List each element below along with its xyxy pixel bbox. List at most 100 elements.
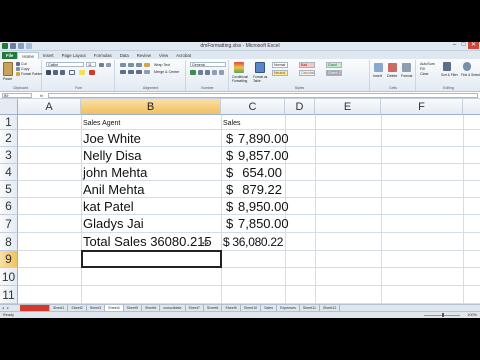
currency-icon[interactable]: [190, 70, 196, 75]
copy-icon[interactable]: [16, 67, 20, 71]
zoom-slider-thumb[interactable]: [442, 313, 444, 317]
cell-b1[interactable]: Sales Agent: [83, 120, 120, 127]
style-check-cell[interactable]: Check Cell: [326, 70, 342, 76]
tab-insert[interactable]: Insert: [39, 52, 58, 59]
row-header-7[interactable]: 7: [0, 215, 18, 233]
underline-icon[interactable]: [60, 70, 65, 75]
minimize-button[interactable]: –: [450, 42, 459, 49]
tab-view[interactable]: View: [155, 52, 172, 59]
insert-function-icon[interactable]: fx: [40, 93, 43, 98]
name-box[interactable]: B9: [2, 93, 32, 98]
tab-data[interactable]: Data: [116, 52, 133, 59]
font-color-icon[interactable]: [89, 70, 95, 75]
cell-b7[interactable]: Gladys Jai: [83, 216, 144, 232]
fill-button[interactable]: Fill: [420, 67, 425, 71]
last-sheet-icon[interactable]: ▸: [6, 306, 10, 310]
cell-c5[interactable]: 879.22: [238, 182, 282, 197]
active-cell-b9[interactable]: [81, 250, 222, 268]
decrease-decimal-icon[interactable]: [219, 70, 224, 75]
tab-formulas[interactable]: Formulas: [90, 52, 116, 59]
font-name-select[interactable]: Calibri: [46, 62, 84, 67]
autosum-button[interactable]: AutoSum: [420, 62, 435, 66]
percent-icon[interactable]: [198, 70, 203, 75]
orientation-icon[interactable]: [144, 63, 150, 67]
first-sheet-icon[interactable]: ◂: [1, 306, 5, 310]
paste-icon[interactable]: [3, 62, 13, 76]
conditional-formatting-icon[interactable]: [234, 62, 244, 73]
column-header-a[interactable]: A: [18, 99, 81, 115]
select-all-corner[interactable]: [0, 99, 18, 115]
row-header-6[interactable]: 6: [0, 198, 18, 215]
align-bottom-icon[interactable]: [136, 63, 142, 67]
cell-c7[interactable]: 7,850.00: [238, 216, 289, 232]
row-header-3[interactable]: 3: [0, 147, 18, 164]
delete-cells-icon[interactable]: [388, 63, 397, 72]
align-center-icon[interactable]: [128, 70, 134, 74]
align-right-icon[interactable]: [136, 70, 142, 74]
row-header-1[interactable]: 1: [0, 115, 18, 130]
comma-icon[interactable]: [205, 70, 210, 75]
shrink-font-icon[interactable]: [106, 63, 111, 67]
close-button[interactable]: ✕: [468, 42, 479, 49]
cut-button[interactable]: Cut: [21, 62, 27, 66]
number-format-select[interactable]: General: [190, 62, 226, 67]
font-size-select[interactable]: 11: [86, 62, 96, 67]
cell-c4[interactable]: 654.00: [238, 165, 282, 180]
style-neutral[interactable]: Neutral: [272, 70, 288, 76]
tab-acrobat[interactable]: Acrobat: [172, 52, 195, 59]
tab-review[interactable]: Review: [133, 52, 155, 59]
wrap-text-button[interactable]: Wrap Text: [154, 63, 170, 67]
indent-icon[interactable]: [144, 70, 150, 74]
cell-b2[interactable]: Joe White: [83, 131, 141, 146]
cell-c2[interactable]: 7,890.00: [238, 131, 289, 146]
format-cells-button[interactable]: Format: [401, 74, 412, 78]
format-as-table-button[interactable]: Format as Table: [253, 75, 269, 83]
style-normal[interactable]: Normal: [272, 62, 288, 68]
maximize-button[interactable]: □: [459, 42, 468, 49]
cell-c3[interactable]: 9,857.00: [238, 148, 289, 163]
clear-button[interactable]: Clear: [420, 72, 429, 76]
bold-icon[interactable]: [46, 70, 51, 75]
tab-file[interactable]: File: [2, 52, 18, 59]
zoom-level[interactable]: 100%: [467, 312, 477, 318]
cell-c1[interactable]: Sales: [223, 120, 241, 127]
column-header-d[interactable]: D: [285, 99, 315, 115]
align-middle-icon[interactable]: [128, 63, 134, 67]
style-bad[interactable]: Bad: [299, 62, 315, 68]
insert-cells-button[interactable]: Insert: [373, 74, 382, 78]
row-header-8[interactable]: 8: [0, 233, 18, 251]
insert-cells-icon[interactable]: [374, 63, 383, 72]
tab-home[interactable]: Home: [17, 52, 39, 59]
find-select-icon[interactable]: [463, 62, 471, 71]
fill-color-icon[interactable]: [79, 70, 85, 75]
increase-decimal-icon[interactable]: [212, 70, 217, 75]
row-header-2[interactable]: 2: [0, 130, 18, 147]
cell-b6[interactable]: kat Patel: [83, 199, 134, 214]
cell-b5[interactable]: Anil Mehta: [83, 182, 144, 197]
sort-filter-button[interactable]: Sort & Filter: [441, 73, 458, 77]
column-header-c[interactable]: C: [221, 99, 285, 115]
conditional-formatting-button[interactable]: Conditional Formatting: [232, 75, 252, 83]
column-header-b[interactable]: B: [81, 99, 221, 115]
column-header-e[interactable]: E: [315, 99, 381, 115]
row-header-4[interactable]: 4: [0, 164, 18, 181]
cell-c6[interactable]: 8,950.00: [238, 199, 289, 214]
format-painter-icon[interactable]: [16, 72, 20, 76]
tab-page-layout[interactable]: Page Layout: [58, 52, 90, 59]
column-header-f[interactable]: F: [381, 99, 463, 115]
cell-b3[interactable]: Nelly Disa: [83, 148, 142, 163]
row-header-10[interactable]: 10: [0, 268, 18, 286]
row-header-5[interactable]: 5: [0, 181, 18, 198]
cut-icon[interactable]: [16, 62, 20, 66]
merge-center-button[interactable]: Merge & Center: [154, 70, 179, 74]
align-top-icon[interactable]: [120, 63, 126, 67]
cell-b4[interactable]: john Mehta: [83, 165, 147, 180]
format-as-table-icon[interactable]: [255, 62, 265, 73]
format-cells-icon[interactable]: [402, 63, 411, 72]
delete-cells-button[interactable]: Delete: [387, 74, 397, 78]
style-calculation[interactable]: Calculation: [299, 70, 315, 76]
find-select-button[interactable]: Find & Select: [461, 73, 480, 77]
sort-filter-icon[interactable]: [443, 62, 451, 71]
row-header-9[interactable]: 9: [0, 251, 18, 268]
style-good[interactable]: Good: [326, 62, 342, 68]
